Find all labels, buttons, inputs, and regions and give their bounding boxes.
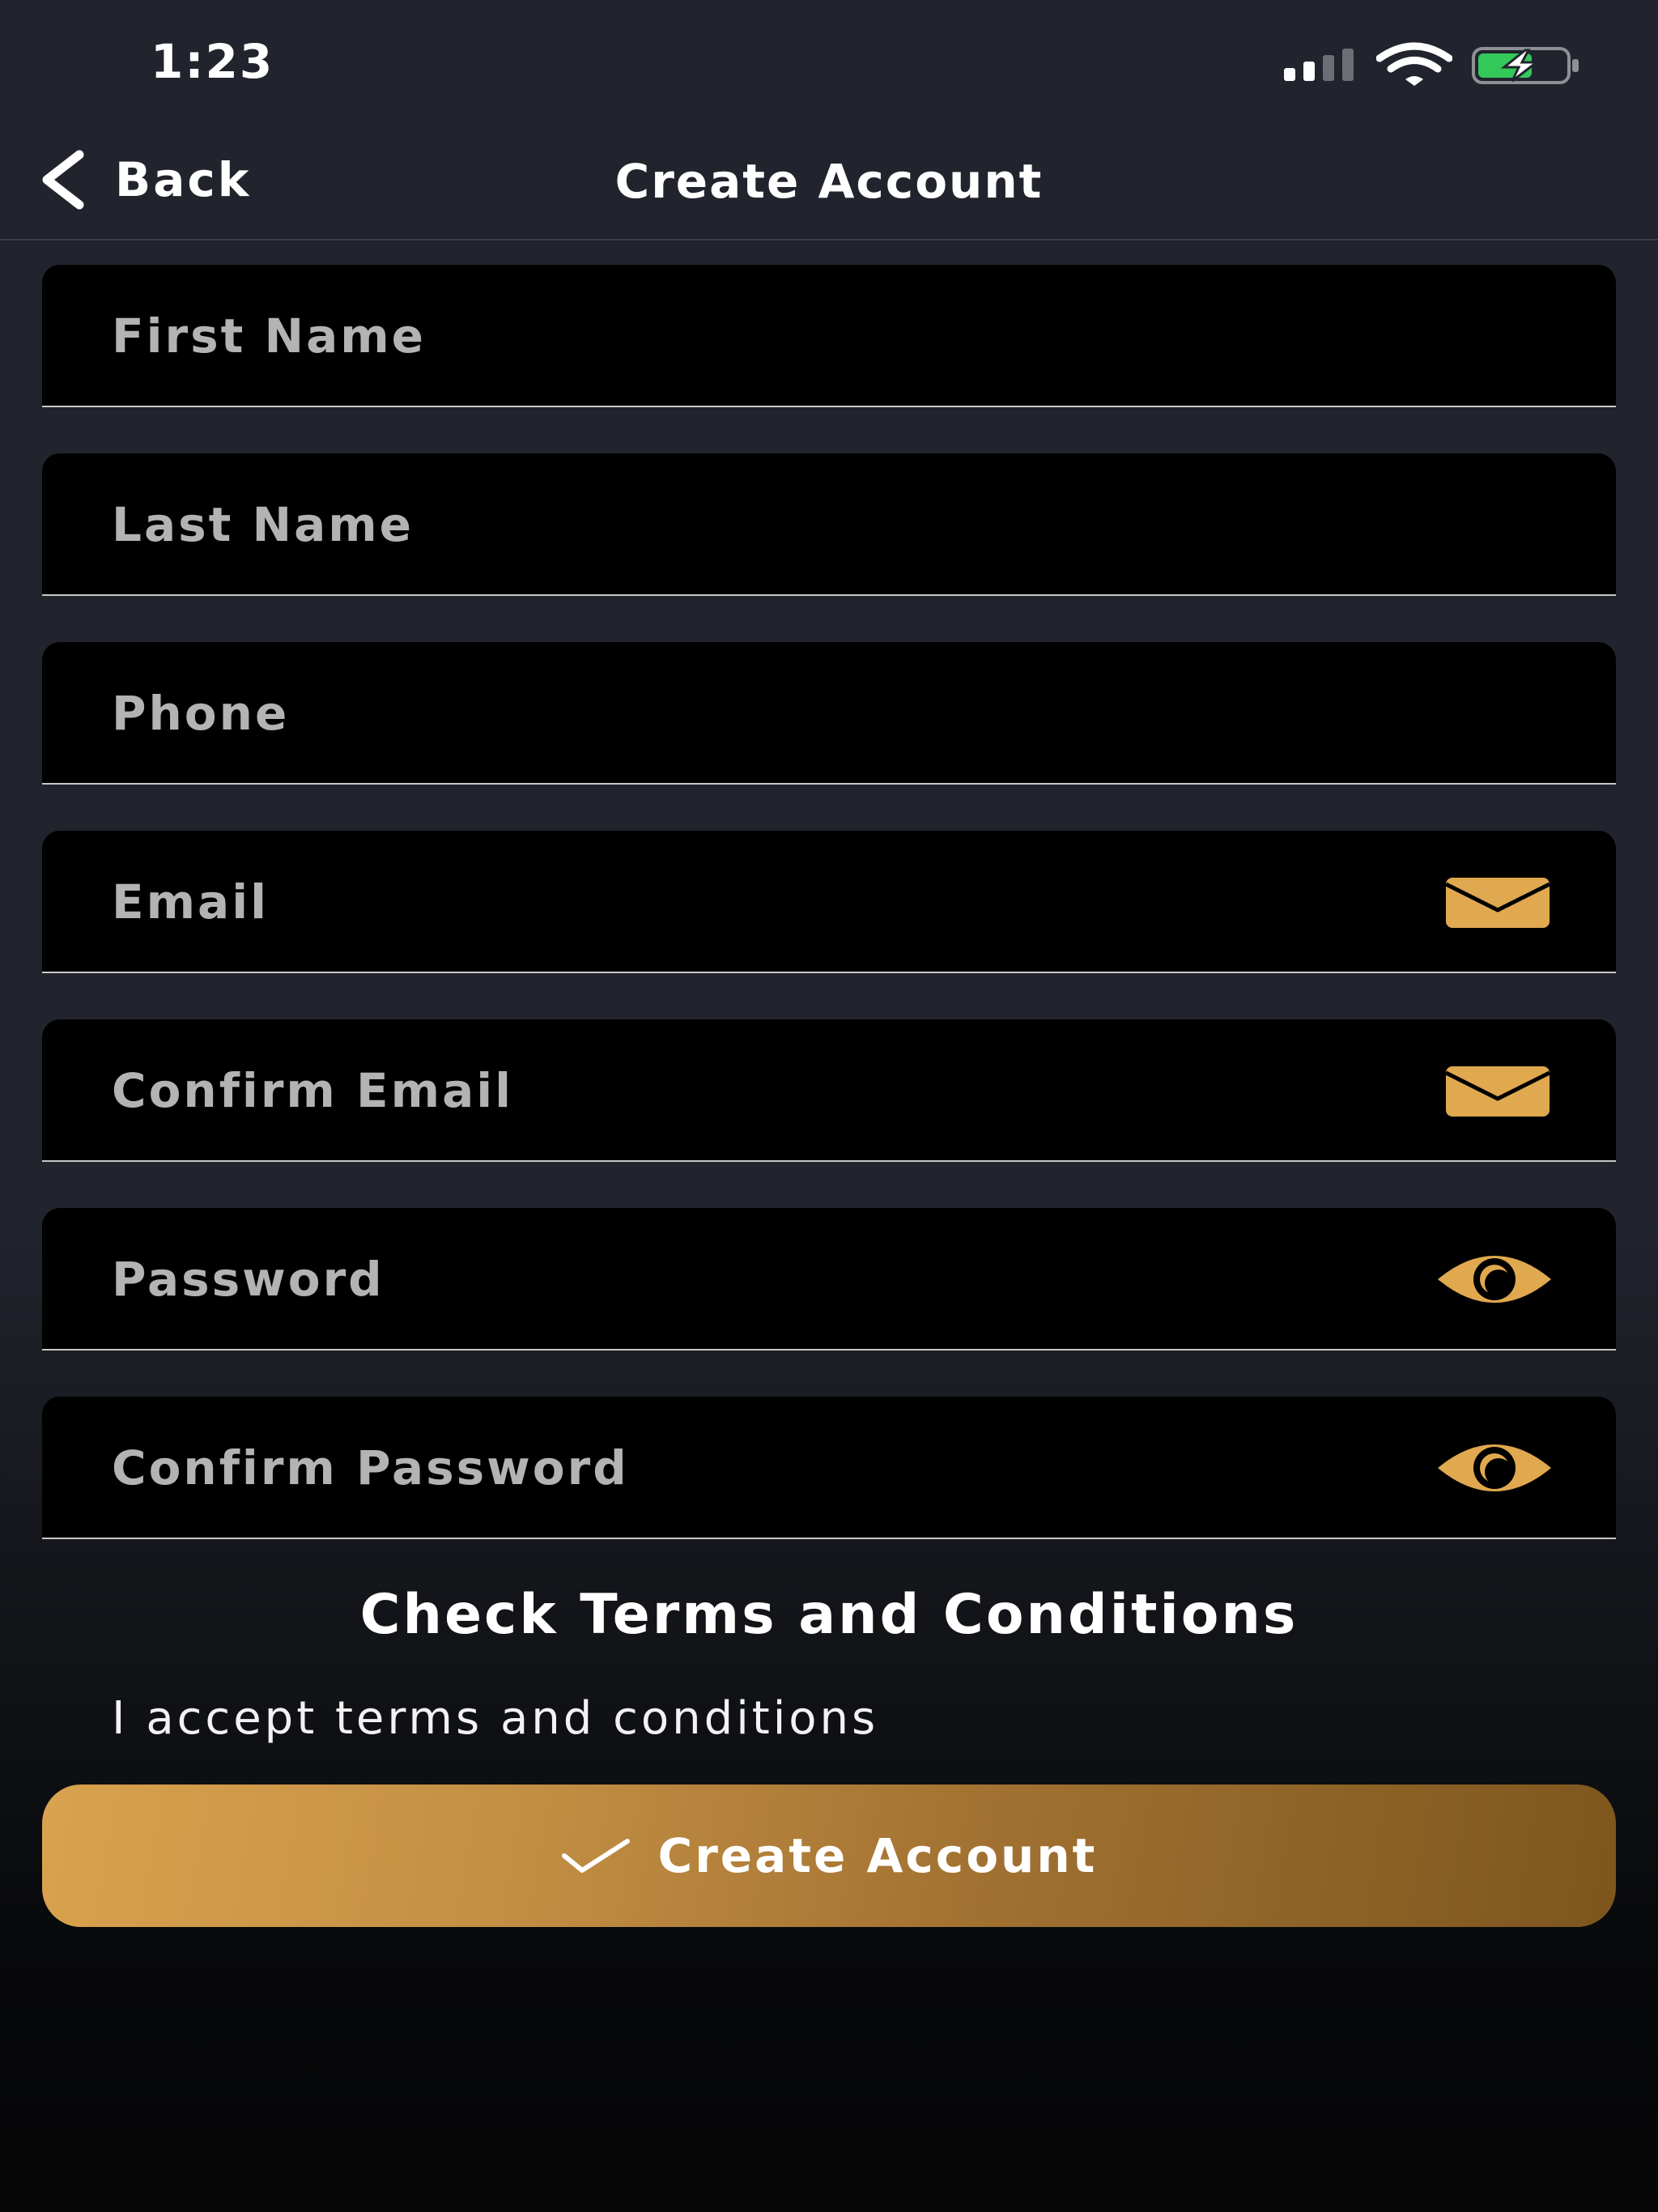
checkmark-icon — [561, 1839, 630, 1873]
confirm-password-field[interactable] — [42, 1397, 1616, 1539]
password-field[interactable] — [42, 1208, 1616, 1351]
cellular-signal-icon — [1284, 49, 1357, 81]
phone-field[interactable] — [42, 642, 1616, 785]
confirm-password-input[interactable] — [112, 1397, 1423, 1539]
email-input[interactable] — [112, 831, 1423, 973]
envelope-icon — [1444, 878, 1551, 928]
last-name-field[interactable] — [42, 453, 1616, 596]
wifi-icon — [1376, 42, 1452, 86]
phone-input[interactable] — [112, 642, 1423, 785]
first-name-field[interactable] — [42, 265, 1616, 407]
email-field[interactable] — [42, 831, 1616, 973]
eye-icon[interactable] — [1435, 1250, 1554, 1308]
battery-charging-icon — [1472, 47, 1579, 84]
accept-terms-toggle[interactable]: I accept terms and conditions — [112, 1692, 878, 1745]
last-name-input[interactable] — [112, 453, 1423, 596]
terms-heading: Check Terms and Conditions — [359, 1583, 1299, 1647]
status-time: 1:23 — [151, 34, 274, 89]
confirm-email-field[interactable] — [42, 1019, 1616, 1162]
password-input[interactable] — [112, 1208, 1423, 1351]
confirm-email-input[interactable] — [112, 1019, 1423, 1162]
create-account-label: Create Account — [657, 1828, 1098, 1883]
eye-icon[interactable] — [1435, 1439, 1554, 1497]
status-bar: 1:23 — [0, 0, 1658, 121]
navigation-bar: Back Create Account — [0, 121, 1658, 240]
envelope-icon — [1444, 1066, 1551, 1117]
first-name-input[interactable] — [112, 265, 1423, 407]
page-title: Create Account — [614, 154, 1044, 209]
create-account-button[interactable]: Create Account — [42, 1784, 1616, 1927]
